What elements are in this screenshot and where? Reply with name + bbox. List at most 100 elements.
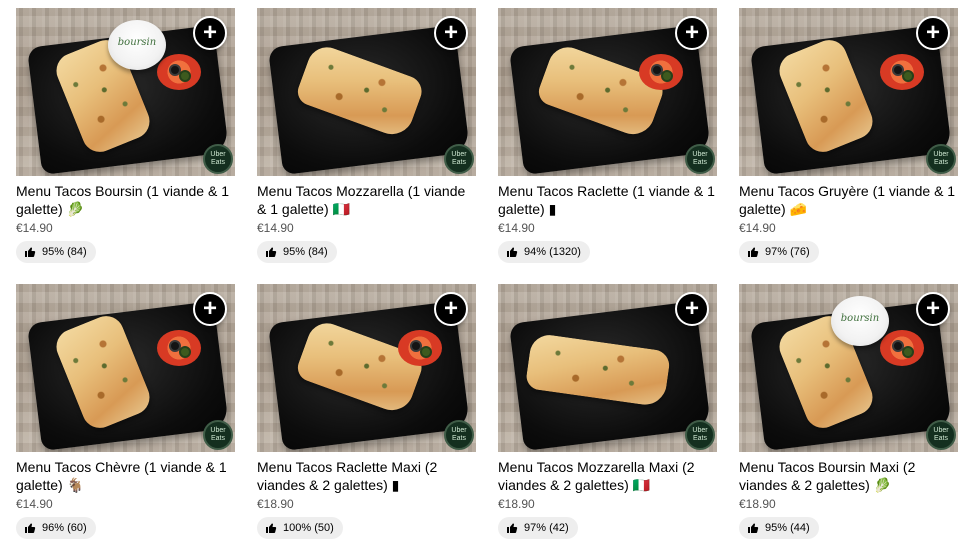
thumbs-up-icon [266, 523, 277, 533]
thumbs-up-icon [507, 247, 518, 257]
uber-eats-badge-icon: Uber Eats [203, 420, 233, 450]
add-to-cart-button[interactable]: + [916, 16, 950, 50]
item-name[interactable]: Menu Tacos Boursin Maxi (2 viandes & 2 g… [739, 458, 958, 494]
rating-pill: 97% (42) [498, 517, 578, 539]
item-photo[interactable]: + Uber Eats [16, 284, 235, 452]
item-photo[interactable]: boursin + Uber Eats [16, 8, 235, 176]
badge-line1: Uber [933, 151, 949, 158]
badge-line1: Uber [692, 151, 708, 158]
thumbs-up-icon [748, 247, 759, 257]
item-price: €14.90 [739, 221, 776, 235]
tomato-garnish [157, 330, 201, 366]
badge-line1: Uber [210, 427, 226, 434]
menu-item-card[interactable]: boursin + Uber Eats Menu Tacos Boursin M… [739, 284, 958, 546]
badge-line2: Eats [451, 435, 466, 442]
plus-icon: + [202, 295, 217, 322]
thumbs-up-icon [25, 523, 36, 533]
item-name[interactable]: Menu Tacos Chèvre (1 viande & 1 galette)… [16, 458, 235, 494]
item-photo[interactable]: boursin + Uber Eats [739, 284, 958, 452]
item-name[interactable]: Menu Tacos Mozzarella (1 viande & 1 gale… [257, 182, 476, 218]
plus-icon: + [925, 295, 940, 322]
item-price: €14.90 [257, 221, 294, 235]
uber-eats-badge-icon: Uber Eats [444, 420, 474, 450]
rating-value: 97% (76) [765, 246, 810, 258]
boursin-pot: boursin [108, 20, 166, 70]
item-price: €14.90 [498, 221, 535, 235]
rating-value: 94% (1320) [524, 246, 581, 258]
rating-value: 96% (60) [42, 522, 87, 534]
uber-eats-badge-icon: Uber Eats [203, 144, 233, 174]
item-name[interactable]: Menu Tacos Boursin (1 viande & 1 galette… [16, 182, 235, 218]
rating-value: 95% (84) [42, 246, 87, 258]
thumbs-up-icon [507, 523, 518, 533]
rating-pill: 95% (84) [257, 241, 337, 263]
thumbs-up-icon [25, 247, 36, 257]
add-to-cart-button[interactable]: + [434, 292, 468, 326]
badge-line1: Uber [692, 427, 708, 434]
add-to-cart-button[interactable]: + [675, 292, 709, 326]
badge-line2: Eats [692, 435, 707, 442]
rating-value: 97% (42) [524, 522, 569, 534]
boursin-pot: boursin [831, 296, 889, 346]
rating-pill: 97% (76) [739, 241, 819, 263]
rating-value: 95% (44) [765, 522, 810, 534]
item-name[interactable]: Menu Tacos Raclette (1 viande & 1 galett… [498, 182, 717, 218]
thumbs-up-icon [266, 247, 277, 257]
rating-pill: 96% (60) [16, 517, 96, 539]
uber-eats-badge-icon: Uber Eats [926, 420, 956, 450]
tomato-garnish [880, 330, 924, 366]
item-photo[interactable]: + Uber Eats [739, 8, 958, 176]
item-price: €14.90 [16, 221, 53, 235]
menu-items-grid: boursin + Uber Eats Menu Tacos Boursin (… [16, 8, 958, 546]
boursin-label: boursin [117, 37, 157, 48]
add-to-cart-button[interactable]: + [675, 16, 709, 50]
rating-pill: 94% (1320) [498, 241, 590, 263]
add-to-cart-button[interactable]: + [193, 292, 227, 326]
rating-pill: 95% (44) [739, 517, 819, 539]
menu-item-card[interactable]: + Uber Eats Menu Tacos Chèvre (1 viande … [16, 284, 235, 546]
add-to-cart-button[interactable]: + [193, 16, 227, 50]
menu-item-card[interactable]: + Uber Eats Menu Tacos Mozzarella (1 via… [257, 8, 476, 270]
rating-pill: 100% (50) [257, 517, 343, 539]
tomato-garnish [398, 330, 442, 366]
plus-icon: + [925, 19, 940, 46]
boursin-label: boursin [840, 313, 880, 324]
rating-value: 100% (50) [283, 522, 334, 534]
uber-eats-badge-icon: Uber Eats [444, 144, 474, 174]
rating-pill: 95% (84) [16, 241, 96, 263]
tomato-garnish [880, 54, 924, 90]
uber-eats-badge-icon: Uber Eats [685, 144, 715, 174]
badge-line2: Eats [933, 159, 948, 166]
menu-item-card[interactable]: + Uber Eats Menu Tacos Raclette Maxi (2 … [257, 284, 476, 546]
badge-line2: Eats [210, 159, 225, 166]
item-name[interactable]: Menu Tacos Raclette Maxi (2 viandes & 2 … [257, 458, 476, 494]
rating-value: 95% (84) [283, 246, 328, 258]
item-photo[interactable]: + Uber Eats [257, 8, 476, 176]
plus-icon: + [684, 295, 699, 322]
add-to-cart-button[interactable]: + [434, 16, 468, 50]
tomato-garnish [157, 54, 201, 90]
tomato-garnish [639, 54, 683, 90]
item-price: €14.90 [16, 497, 53, 511]
item-photo[interactable]: + Uber Eats [498, 284, 717, 452]
badge-line1: Uber [451, 151, 467, 158]
item-photo[interactable]: + Uber Eats [257, 284, 476, 452]
add-to-cart-button[interactable]: + [916, 292, 950, 326]
uber-eats-badge-icon: Uber Eats [685, 420, 715, 450]
badge-line2: Eats [933, 435, 948, 442]
menu-item-card[interactable]: + Uber Eats Menu Tacos Gruyère (1 viande… [739, 8, 958, 270]
item-name[interactable]: Menu Tacos Gruyère (1 viande & 1 galette… [739, 182, 958, 218]
menu-item-card[interactable]: + Uber Eats Menu Tacos Raclette (1 viand… [498, 8, 717, 270]
menu-item-card[interactable]: + Uber Eats Menu Tacos Mozzarella Maxi (… [498, 284, 717, 546]
plus-icon: + [684, 19, 699, 46]
item-photo[interactable]: + Uber Eats [498, 8, 717, 176]
item-price: €18.90 [257, 497, 294, 511]
menu-item-card[interactable]: boursin + Uber Eats Menu Tacos Boursin (… [16, 8, 235, 270]
plus-icon: + [202, 19, 217, 46]
plus-icon: + [443, 19, 458, 46]
item-name[interactable]: Menu Tacos Mozzarella Maxi (2 viandes & … [498, 458, 717, 494]
thumbs-up-icon [748, 523, 759, 533]
item-price: €18.90 [498, 497, 535, 511]
badge-line1: Uber [451, 427, 467, 434]
badge-line1: Uber [210, 151, 226, 158]
